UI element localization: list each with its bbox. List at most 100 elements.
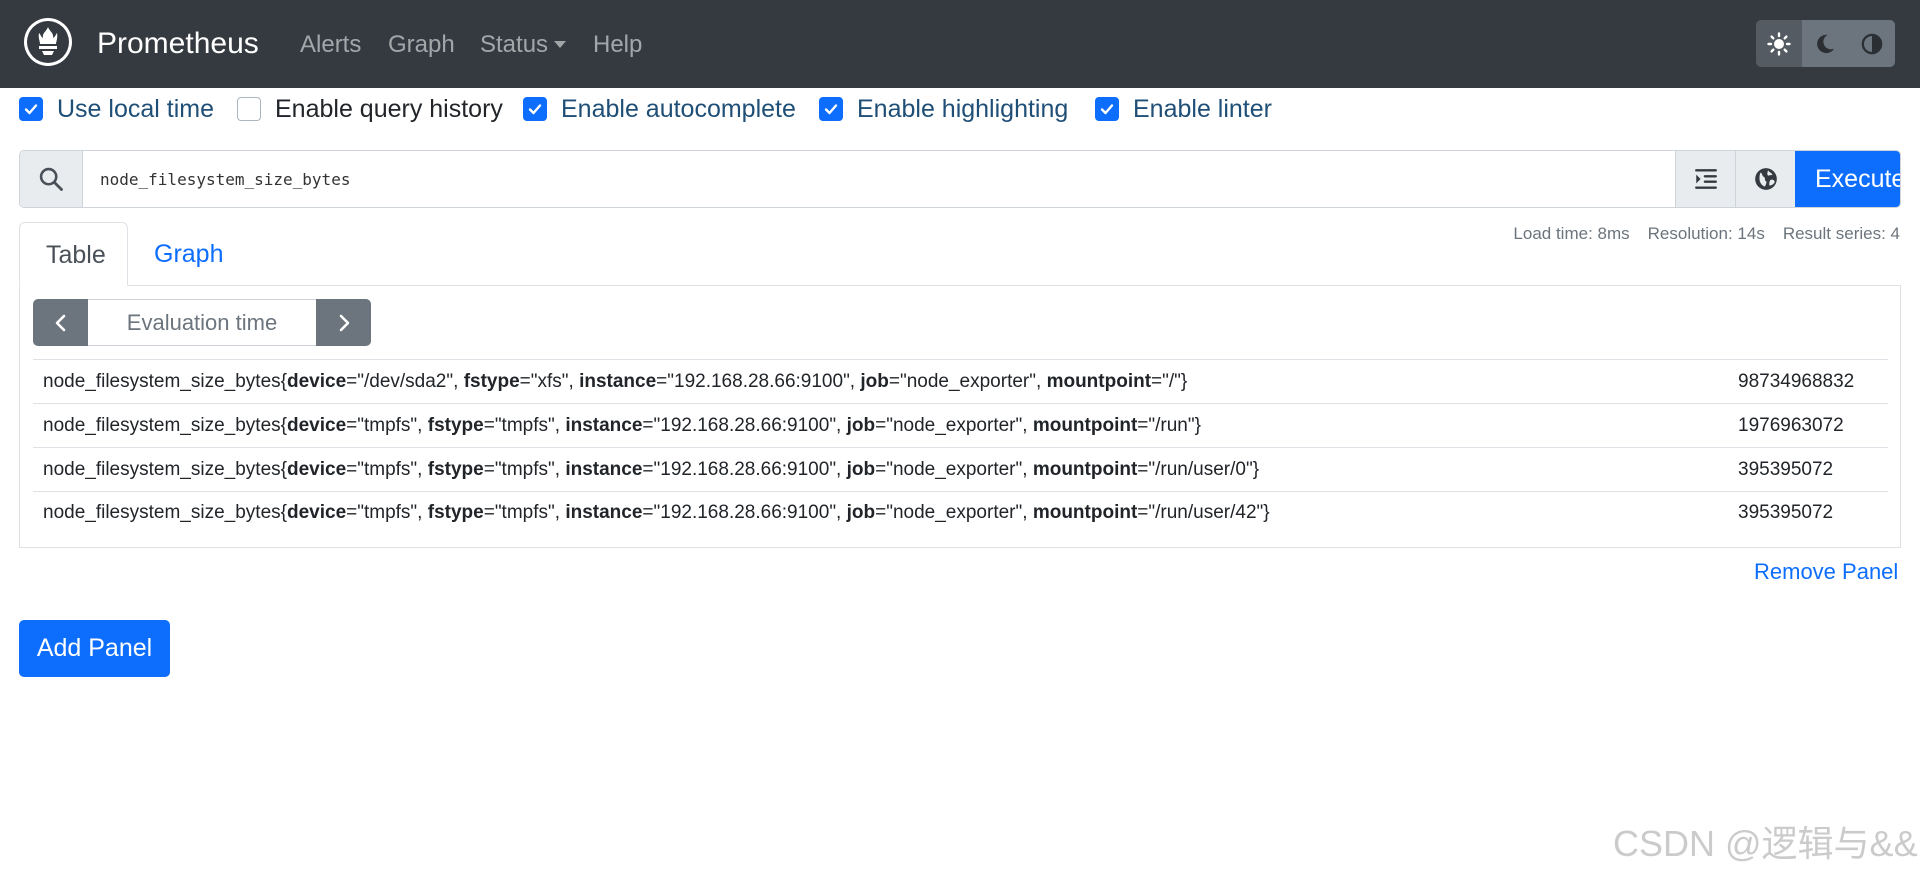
label-key: device [286, 502, 347, 523]
series-label[interactable]: node_filesystem_size_bytes{device="tmpfs… [33, 502, 1728, 524]
theme-auto-button[interactable] [1848, 20, 1895, 67]
theme-toggle-group [1756, 20, 1895, 67]
option-use-local-time[interactable]: Use local time [19, 92, 214, 126]
series-label[interactable]: node_filesystem_size_bytes{device="/dev/… [33, 371, 1728, 393]
label-value: ="192.168.28.66:9100", [642, 458, 847, 480]
navbar: Prometheus Alerts Graph Status Help [0, 0, 1920, 88]
checkbox-checked-icon[interactable] [819, 97, 843, 121]
option-enable-highlighting[interactable]: Enable highlighting [819, 92, 1068, 126]
label-key: device [286, 458, 347, 480]
series-label[interactable]: node_filesystem_size_bytes{device="tmpfs… [33, 415, 1728, 437]
theme-light-button[interactable] [1756, 20, 1803, 67]
nav-alerts[interactable]: Alerts [300, 28, 361, 62]
label-value: ="/run/user/0" [1137, 458, 1253, 480]
execute-button[interactable]: Execute [1795, 151, 1900, 207]
metric-name: node_filesystem_size_bytes{ [43, 370, 287, 392]
closing-brace: } [1194, 414, 1201, 436]
label-value: ="192.168.28.66:9100", [642, 502, 847, 523]
sun-icon [1767, 31, 1791, 56]
result-series: Result series: 4 [1782, 224, 1900, 243]
option-label: Enable autocomplete [561, 94, 796, 123]
query-bar: node_filesystem_size_bytes Execute [19, 150, 1901, 208]
query-stats: Load time: 8ms Resolution: 14s Result se… [1513, 224, 1900, 244]
prometheus-logo-icon[interactable] [24, 18, 72, 66]
closing-brace: } [1252, 458, 1260, 480]
checkbox-checked-icon[interactable] [523, 97, 547, 121]
label-key: mountpoint [1032, 458, 1138, 480]
label-key: job [846, 502, 876, 523]
tab-graph[interactable]: Graph [128, 222, 249, 286]
option-label: Use local time [57, 94, 214, 123]
series-label[interactable]: node_filesystem_size_bytes{device="tmpfs… [33, 459, 1728, 481]
load-time: Load time: 8ms [1513, 224, 1630, 243]
format-query-button[interactable] [1675, 151, 1735, 207]
series-value: 395395072 [1738, 458, 1834, 480]
series-value: 98734968832 [1738, 370, 1855, 392]
search-addon [20, 151, 83, 207]
label-value: ="xfs", [519, 370, 580, 392]
add-panel-button[interactable]: Add Panel [19, 620, 170, 677]
label-key: fstype [463, 370, 520, 392]
tab-table[interactable]: Table [19, 222, 128, 286]
checkbox-unchecked-icon[interactable] [237, 97, 261, 121]
label-key: instance [579, 370, 657, 392]
evaluation-time-input[interactable]: Evaluation time [88, 299, 316, 346]
nav-graph[interactable]: Graph [388, 28, 455, 62]
remove-panel-link[interactable]: Remove Panel [1754, 559, 1898, 585]
chevron-right-icon [339, 314, 349, 331]
label-key: instance [565, 502, 643, 523]
label-key: instance [565, 458, 643, 480]
metrics-explorer-button[interactable] [1735, 151, 1795, 207]
label-value: ="node_exporter", [888, 370, 1047, 392]
option-label: Enable query history [275, 94, 503, 123]
option-label: Enable linter [1133, 94, 1272, 123]
chevron-down-icon [554, 41, 567, 48]
theme-dark-button[interactable] [1802, 20, 1849, 67]
label-value: ="/" [1151, 370, 1181, 392]
label-value: ="192.168.28.66:9100", [656, 370, 861, 392]
nav-help[interactable]: Help [593, 28, 642, 62]
indent-icon [1694, 169, 1717, 189]
search-icon [39, 167, 63, 191]
brand-title[interactable]: Prometheus [97, 24, 259, 64]
series-value: 1976963072 [1738, 414, 1844, 436]
metric-name: node_filesystem_size_bytes{ [43, 458, 287, 480]
label-value: ="192.168.28.66:9100", [642, 414, 847, 436]
label-key: fstype [427, 414, 484, 436]
eval-prev-button[interactable] [33, 299, 88, 346]
label-value: ="node_exporter", [875, 414, 1033, 436]
label-value: ="node_exporter", [875, 502, 1033, 523]
option-enable-autocomplete[interactable]: Enable autocomplete [523, 92, 796, 126]
metric-name: node_filesystem_size_bytes{ [43, 414, 287, 436]
label-value: ="tmpfs", [346, 458, 428, 480]
label-key: mountpoint [1032, 502, 1138, 523]
chevron-left-icon [55, 314, 65, 331]
label-key: device [286, 414, 347, 436]
table-panel: Evaluation time node_filesystem_size_byt… [19, 285, 1901, 548]
label-value: ="tmpfs", [346, 414, 428, 436]
closing-brace: } [1263, 502, 1270, 523]
table-row: node_filesystem_size_bytes{device="/dev/… [33, 359, 1888, 403]
checkbox-checked-icon[interactable] [1095, 97, 1119, 121]
nav-status[interactable]: Status [480, 28, 567, 62]
label-key: job [860, 370, 889, 392]
label-key: device [286, 370, 347, 392]
label-key: instance [565, 414, 643, 436]
label-value: ="/dev/sda2", [346, 370, 464, 392]
label-value: ="/run" [1137, 414, 1195, 436]
contrast-icon [1861, 33, 1883, 54]
query-input[interactable]: node_filesystem_size_bytes [83, 151, 1675, 207]
moon-icon [1817, 34, 1835, 53]
option-label: Enable highlighting [857, 94, 1069, 123]
label-key: job [846, 458, 876, 480]
evaluation-time-group: Evaluation time [33, 299, 371, 346]
option-enable-query-history[interactable]: Enable query history [237, 92, 503, 126]
resolution: Resolution: 14s [1647, 224, 1765, 243]
option-enable-linter[interactable]: Enable linter [1095, 92, 1272, 126]
nav-status-label: Status [480, 31, 549, 58]
label-value: ="tmpfs", [483, 502, 566, 523]
series-value: 395395072 [1738, 502, 1834, 523]
eval-next-button[interactable] [316, 299, 371, 346]
checkbox-checked-icon[interactable] [19, 97, 43, 121]
globe-icon [1754, 168, 1777, 190]
